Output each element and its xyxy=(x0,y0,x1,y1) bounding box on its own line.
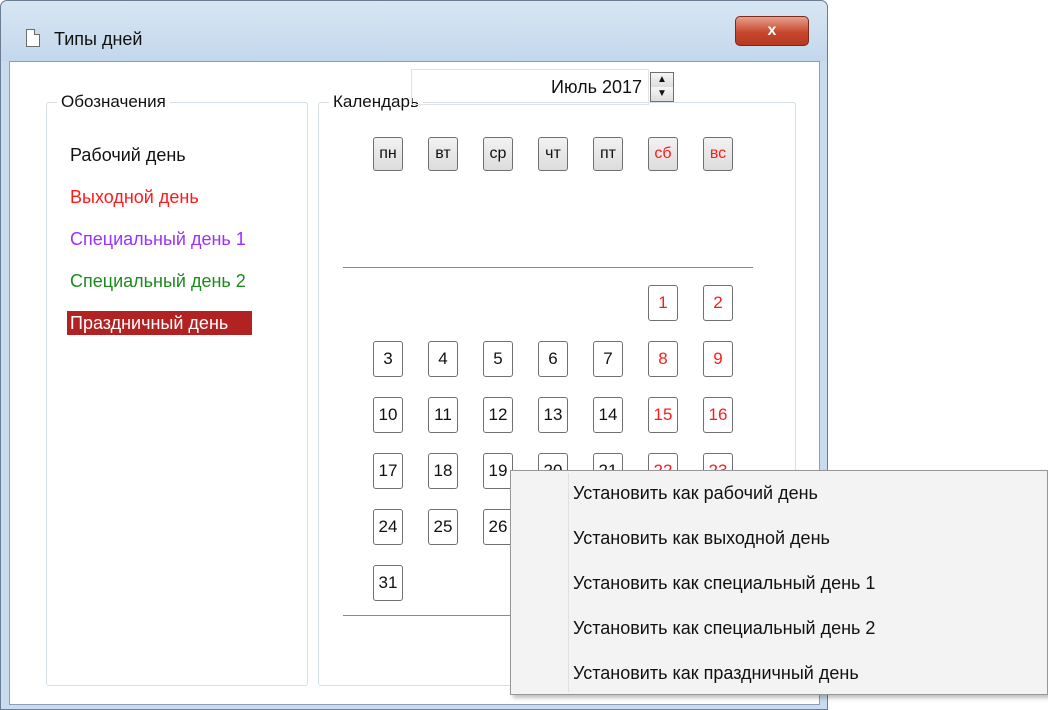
legend-item: Рабочий день xyxy=(70,145,186,165)
context-menu-item[interactable]: Установить как специальный день 2 xyxy=(573,618,875,639)
day-cell-13[interactable]: 13 xyxy=(538,397,568,433)
day-cell-24[interactable]: 24 xyxy=(373,509,403,545)
weekday-header-сб[interactable]: сб xyxy=(648,137,678,171)
day-cell-15[interactable]: 15 xyxy=(648,397,678,433)
day-cell-17[interactable]: 17 xyxy=(373,453,403,489)
legend-item: Праздничный день xyxy=(67,311,253,335)
day-cell-5[interactable]: 5 xyxy=(483,341,513,377)
day-cell-31[interactable]: 31 xyxy=(373,565,403,601)
month-field[interactable]: Июль 2017 xyxy=(411,69,649,105)
weekday-header-пн[interactable]: пн xyxy=(373,137,403,171)
document-icon xyxy=(26,29,40,47)
day-cell-18[interactable]: 18 xyxy=(428,453,458,489)
legend-item: Специальный день 1 xyxy=(70,229,246,249)
day-cell-6[interactable]: 6 xyxy=(538,341,568,377)
day-cell-1[interactable]: 1 xyxy=(648,285,678,321)
window-title: Типы дней xyxy=(54,29,143,49)
weekday-header-ср[interactable]: ср xyxy=(483,137,513,171)
spin-up-icon[interactable]: ▲ xyxy=(651,73,673,88)
day-cell-25[interactable]: 25 xyxy=(428,509,458,545)
weekday-header-пт[interactable]: пт xyxy=(593,137,623,171)
day-cell-4[interactable]: 4 xyxy=(428,341,458,377)
day-cell-14[interactable]: 14 xyxy=(593,397,623,433)
weekday-header-вс[interactable]: вс xyxy=(703,137,733,171)
context-menu-item[interactable]: Установить как специальный день 1 xyxy=(573,573,875,594)
day-cell-7[interactable]: 7 xyxy=(593,341,623,377)
day-cell-19[interactable]: 19 xyxy=(483,453,513,489)
weekday-header-чт[interactable]: чт xyxy=(538,137,568,171)
legend-group-label: Обозначения xyxy=(57,92,170,112)
title-bar[interactable]: Типы дней x xyxy=(1,1,827,61)
month-spinner[interactable]: ▲ ▼ xyxy=(650,72,674,102)
weekday-divider xyxy=(343,267,753,268)
context-menu: Установить как рабочий день Установить ка… xyxy=(510,470,1048,695)
day-cell-11[interactable]: 11 xyxy=(428,397,458,433)
context-menu-item[interactable]: Установить как праздничный день xyxy=(573,663,859,684)
day-cell-10[interactable]: 10 xyxy=(373,397,403,433)
weekday-header-вт[interactable]: вт xyxy=(428,137,458,171)
legend-item: Выходной день xyxy=(70,187,199,207)
day-cell-12[interactable]: 12 xyxy=(483,397,513,433)
close-button[interactable]: x xyxy=(735,16,809,46)
legend-groupbox: Обозначения Рабочий день Выходной день Спе… xyxy=(46,92,308,686)
spin-down-icon[interactable]: ▼ xyxy=(651,87,673,101)
day-cell-26[interactable]: 26 xyxy=(483,509,513,545)
context-menu-item[interactable]: Установить как выходной день xyxy=(573,528,830,549)
day-cell-3[interactable]: 3 xyxy=(373,341,403,377)
day-cell-2[interactable]: 2 xyxy=(703,285,733,321)
day-cell-9[interactable]: 9 xyxy=(703,341,733,377)
calendar-group-label: Календарь xyxy=(329,92,423,112)
day-cell-8[interactable]: 8 xyxy=(648,341,678,377)
context-menu-item[interactable]: Установить как рабочий день xyxy=(573,483,818,504)
month-label: Июль 2017 xyxy=(551,77,642,97)
legend-item: Специальный день 2 xyxy=(70,271,246,291)
day-cell-16[interactable]: 16 xyxy=(703,397,733,433)
